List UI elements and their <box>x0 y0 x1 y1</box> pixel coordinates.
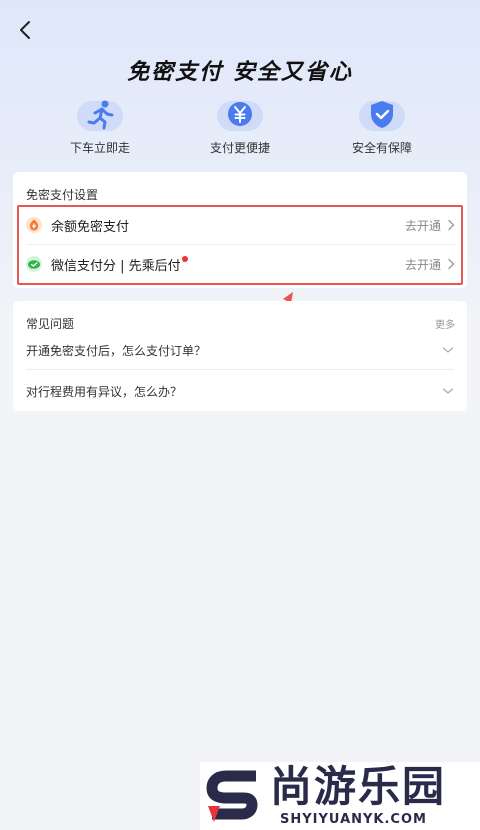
watermark-domain: SHYIYUANYK.COM <box>280 812 427 827</box>
yen-coin-icon <box>228 102 252 126</box>
feature-item: 下车立即走 <box>50 95 150 156</box>
back-button[interactable] <box>14 18 38 42</box>
feature-item: 支付更便捷 <box>190 95 290 156</box>
activate-label: 去开通 <box>404 218 441 233</box>
activate-label: 去开通 <box>404 257 441 272</box>
activate-link[interactable]: 去开通 <box>405 256 455 273</box>
page-title: 免密支付 安全又省心 <box>127 60 353 85</box>
running-person-icon <box>87 100 114 130</box>
feature-item: 安全有保障 <box>332 95 432 156</box>
feature-label: 下车立即走 <box>69 141 130 155</box>
chevron-down-icon <box>442 388 454 394</box>
wechat-pay-score-label: 微信支付分 | 先乘后付 <box>51 258 181 274</box>
activate-link[interactable]: 去开通 <box>405 217 455 234</box>
faq-title: 常见问题 <box>26 317 75 331</box>
divider <box>26 369 454 370</box>
brand-s-logo-icon <box>206 770 258 822</box>
faq-card: 常见问题 更多 开通免密支付后，怎么支付订单？ 对行程费用有异议，怎么办？ <box>13 301 467 411</box>
wechat-pay-icon <box>26 256 42 272</box>
faq-more-link[interactable]: 更多 <box>435 316 455 331</box>
balance-payment-row[interactable]: 余额免密支付 去开通 <box>25 206 455 244</box>
balance-coin-icon <box>26 217 42 233</box>
faq-item[interactable]: 开通免密支付后，怎么支付订单？ <box>26 332 454 368</box>
feature-list: 下车立即走 支付更便捷 安全有保障 <box>0 95 480 157</box>
wechat-pay-score-row[interactable]: 微信支付分 | 先乘后付 去开通 <box>25 245 455 283</box>
balance-payment-label: 余额免密支付 <box>51 219 130 235</box>
notification-dot <box>181 256 188 262</box>
chevron-down-icon <box>442 347 454 353</box>
feature-label: 安全有保障 <box>351 141 412 155</box>
watermark-logo: 尚游乐园 SHYIYUANYK.COM <box>200 762 480 830</box>
faq-item[interactable]: 对行程费用有异议，怎么办？ <box>26 373 454 409</box>
shield-check-icon <box>371 101 393 128</box>
watermark-brand: 尚游乐园 <box>270 762 447 811</box>
faq-question: 开通免密支付后，怎么支付订单？ <box>26 343 207 358</box>
payment-settings-card: 免密支付设置 余额免密支付 去开通 微信支付分 | 先乘后付 去开通 <box>13 172 467 288</box>
chevron-right-icon <box>448 258 455 270</box>
section-title: 免密支付设置 <box>26 188 99 202</box>
faq-question: 对行程费用有异议，怎么办？ <box>26 384 183 399</box>
chevron-right-icon <box>448 219 455 231</box>
feature-label: 支付更便捷 <box>209 141 270 155</box>
chevron-left-icon <box>20 21 30 39</box>
